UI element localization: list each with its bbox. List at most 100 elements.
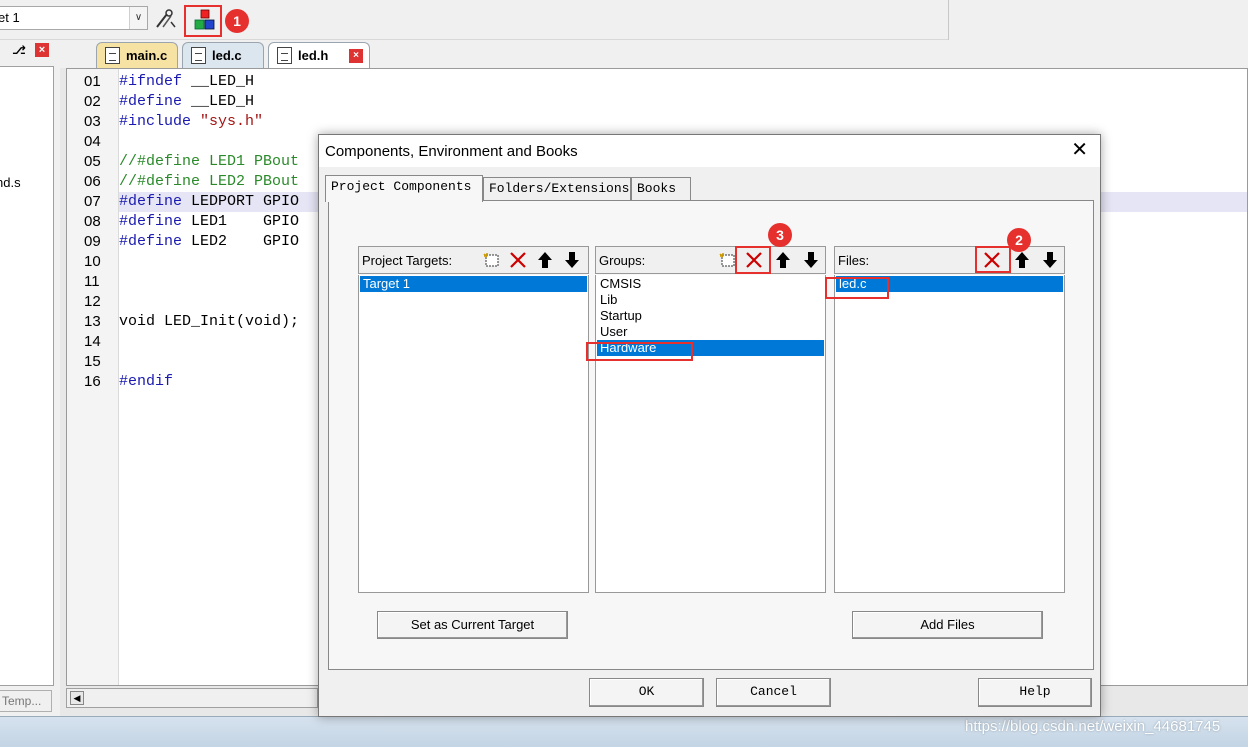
group-list-item[interactable]: CMSIS bbox=[597, 276, 824, 292]
code-token: //#define LED2 PBout bbox=[119, 173, 300, 190]
groups-column: Groups: CMSIS Lib Startup User Hardware bbox=[595, 246, 826, 593]
code-token: LED1 GPIO bbox=[182, 213, 300, 230]
highlight-box-hardware bbox=[586, 342, 693, 361]
chevron-down-icon[interactable]: ∨ bbox=[129, 7, 147, 29]
close-icon[interactable]: × bbox=[35, 43, 49, 57]
scroll-left-icon[interactable]: ◀ bbox=[70, 691, 84, 705]
toolbar: et 1 ∨ 1 bbox=[0, 0, 1248, 40]
line-text: #include "sys.h" bbox=[119, 112, 263, 132]
line-text: //#define LED2 PBout bbox=[119, 172, 299, 192]
project-targets-label: Project Targets: bbox=[362, 253, 453, 268]
files-header: Files: bbox=[834, 246, 1065, 274]
line-text: #define LEDPORT GPIO bbox=[119, 192, 299, 212]
target-options-icon[interactable] bbox=[154, 8, 176, 30]
move-down-icon[interactable] bbox=[799, 249, 823, 271]
files-label: Files: bbox=[838, 253, 870, 268]
groups-list[interactable]: CMSIS Lib Startup User Hardware bbox=[595, 275, 826, 593]
move-up-icon[interactable] bbox=[533, 249, 557, 271]
set-current-target-button[interactable]: Set as Current Target bbox=[377, 611, 568, 639]
annotation-badge-2: 2 bbox=[1007, 228, 1031, 252]
line-number: 08 bbox=[84, 213, 101, 230]
code-line[interactable]: 03 #include "sys.h" bbox=[67, 112, 1247, 132]
delete-target-icon[interactable] bbox=[506, 249, 530, 271]
project-tree[interactable]: nd.s bbox=[0, 66, 54, 686]
move-down-icon[interactable] bbox=[560, 249, 584, 271]
dialog-titlebar: Components, Environment and Books ✕ bbox=[319, 135, 1100, 167]
file-icon bbox=[191, 47, 206, 64]
move-up-icon[interactable] bbox=[771, 249, 795, 271]
line-number: 02 bbox=[84, 93, 101, 110]
code-token: "sys.h" bbox=[191, 113, 264, 130]
line-text: #endif bbox=[119, 372, 173, 392]
close-icon[interactable]: × bbox=[349, 49, 363, 63]
code-token: #ifndef bbox=[119, 73, 183, 90]
groups-header: Groups: bbox=[595, 246, 826, 274]
dialog-tabs: Project Components Folders/Extensions Bo… bbox=[325, 175, 1095, 202]
group-list-item[interactable]: User bbox=[597, 324, 824, 340]
tab-label: led.c bbox=[212, 48, 242, 63]
line-text: #define LED2 GPIO bbox=[119, 232, 299, 252]
line-number: 13 bbox=[84, 313, 101, 330]
line-text: #define __LED_H bbox=[119, 92, 254, 112]
line-number: 04 bbox=[84, 133, 101, 150]
line-number: 05 bbox=[84, 153, 101, 170]
code-token: #define bbox=[119, 233, 183, 250]
highlight-box-manage bbox=[184, 5, 222, 37]
code-token: __LED_H bbox=[182, 73, 255, 90]
code-token: #define bbox=[119, 213, 183, 230]
code-token: #define bbox=[119, 193, 183, 210]
project-panel: ⎇ × nd.s Temp... bbox=[0, 40, 60, 716]
horizontal-scrollbar[interactable]: ◀ bbox=[66, 688, 318, 708]
group-list-item[interactable]: Lib bbox=[597, 292, 824, 308]
cancel-button[interactable]: Cancel bbox=[716, 678, 831, 707]
files-list[interactable]: led.c bbox=[834, 275, 1065, 593]
tab-main-c[interactable]: main.c bbox=[96, 42, 178, 68]
help-button[interactable]: Help bbox=[978, 678, 1092, 707]
tab-books[interactable]: Books bbox=[631, 177, 691, 201]
line-number: 16 bbox=[84, 373, 101, 390]
move-up-icon[interactable] bbox=[1010, 249, 1034, 271]
new-target-icon[interactable] bbox=[480, 249, 504, 271]
project-targets-header: Project Targets: bbox=[358, 246, 589, 274]
code-token: LEDPORT GPIO bbox=[182, 193, 300, 210]
highlight-box-delete-group bbox=[735, 246, 771, 274]
target-list-item[interactable]: Target 1 bbox=[360, 276, 587, 292]
tab-led-c[interactable]: led.c bbox=[182, 42, 264, 68]
line-text: #define LED1 GPIO bbox=[119, 212, 299, 232]
project-targets-list[interactable]: Target 1 bbox=[358, 275, 589, 593]
project-panel-header: ⎇ × bbox=[0, 40, 60, 62]
watermark: https://blog.csdn.net/weixin_44681745 bbox=[965, 718, 1221, 735]
tree-item[interactable]: nd.s bbox=[0, 175, 21, 190]
line-number: 14 bbox=[84, 333, 101, 350]
add-files-button[interactable]: Add Files bbox=[852, 611, 1043, 639]
code-line[interactable]: 01 #ifndef __LED_H bbox=[67, 72, 1247, 92]
tab-folders-extensions[interactable]: Folders/Extensions bbox=[483, 177, 631, 201]
move-down-icon[interactable] bbox=[1038, 249, 1062, 271]
line-number: 07 bbox=[84, 193, 101, 210]
code-token: #define bbox=[119, 93, 183, 110]
components-dialog: Components, Environment and Books ✕ Proj… bbox=[318, 134, 1101, 717]
tab-label: main.c bbox=[126, 48, 168, 63]
line-number: 03 bbox=[84, 113, 101, 130]
line-number: 15 bbox=[84, 353, 101, 370]
line-number: 06 bbox=[84, 173, 101, 190]
target-select[interactable]: et 1 ∨ bbox=[0, 6, 148, 30]
code-line[interactable]: 02 #define __LED_H bbox=[67, 92, 1247, 112]
line-number: 10 bbox=[84, 253, 101, 270]
ok-button[interactable]: OK bbox=[589, 678, 704, 707]
pin-icon[interactable]: ⎇ bbox=[12, 43, 26, 57]
code-token: //#define LED1 PBout bbox=[119, 153, 300, 170]
line-text: //#define LED1 PBout bbox=[119, 152, 299, 172]
tab-led-h[interactable]: led.h × bbox=[268, 42, 370, 68]
code-token: void LED_Init(void); bbox=[119, 313, 300, 330]
group-list-item[interactable]: Startup bbox=[597, 308, 824, 324]
file-icon bbox=[105, 47, 120, 64]
template-tab[interactable]: Temp... bbox=[0, 690, 52, 712]
line-number: 12 bbox=[84, 293, 101, 310]
tab-project-components[interactable]: Project Components bbox=[325, 175, 483, 202]
toolbar-right-area bbox=[948, 0, 1248, 40]
file-icon bbox=[277, 47, 292, 64]
close-icon[interactable]: ✕ bbox=[1071, 140, 1088, 160]
dialog-title: Components, Environment and Books bbox=[325, 143, 578, 160]
groups-label: Groups: bbox=[599, 253, 646, 268]
